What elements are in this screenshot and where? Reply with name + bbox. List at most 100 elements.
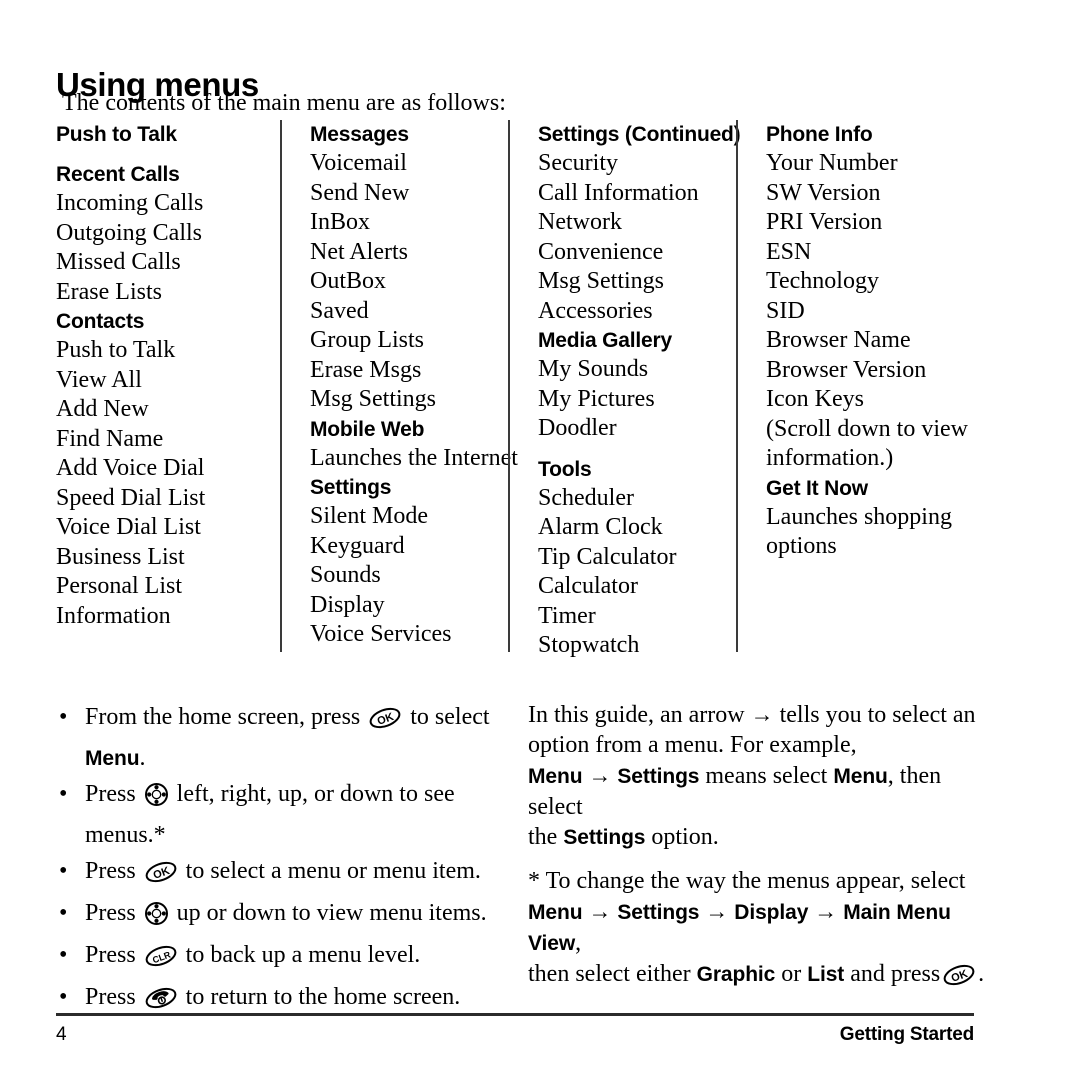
- bullet-text-pre: Press: [85, 781, 136, 807]
- menu-item: Icon Keys: [766, 386, 864, 412]
- keypress-bullet: • Press left, right, up, or down to see m…: [56, 777, 516, 853]
- guide-the: the: [528, 824, 558, 850]
- menu-item: information.): [766, 445, 894, 471]
- footer-page-number: 4: [56, 1024, 67, 1045]
- bullet-text-mid: up or down to view menu items.: [176, 900, 487, 926]
- menu-item: Calculator: [538, 573, 638, 599]
- bullet-text-mid: to return to the home screen.: [185, 984, 461, 1010]
- ok-key-icon: OK: [368, 706, 402, 741]
- guide-line1b: tells you to select an: [779, 702, 976, 728]
- menu-item: Network: [538, 209, 622, 235]
- menu-column-4: Phone Info Your Number SW Version PRI Versi…: [736, 120, 986, 652]
- keypress-bullet: • Press up or down to view menu items.: [56, 896, 516, 937]
- menu-item: PRI Version: [766, 209, 883, 235]
- menu-item: Msg Settings: [310, 386, 437, 412]
- menu-item: Erase Lists: [56, 278, 162, 305]
- menu-item: Timer: [538, 602, 596, 629]
- menu-group-heading: Media Gallery: [538, 329, 672, 352]
- keypress-bullet-list: • From the home screen, press OK to selec…: [56, 700, 516, 1022]
- footer-section-label: Getting Started: [839, 1024, 974, 1045]
- menu-item: Browser Name: [766, 327, 911, 353]
- menu-group-heading: Contacts: [56, 310, 145, 333]
- bullet-text-mid: to back up a menu level.: [185, 942, 421, 968]
- bullet-text-pre: Press: [85, 900, 136, 926]
- menu-item: Scheduler: [538, 484, 634, 511]
- menu-item: Call Information: [538, 179, 699, 206]
- menu-column-2: Messages Voicemail Send New InBox Net Alerts…: [280, 120, 518, 652]
- menu-item: Saved: [310, 297, 369, 324]
- menu-item: Launches shopping: [766, 503, 952, 530]
- svg-text:CLR: CLR: [151, 949, 172, 965]
- clear-key-icon: CLR: [144, 944, 178, 979]
- guide-bold-menu: Menu: [833, 765, 888, 788]
- menu-item: Accessories: [538, 297, 653, 324]
- menu-item: ESN: [766, 238, 812, 265]
- menu-item: SID: [766, 297, 805, 324]
- navigation-key-icon: [144, 782, 169, 818]
- ok-key-icon: OK: [942, 963, 976, 995]
- menu-item: options: [766, 533, 837, 559]
- arrow-glyph-3: →: [588, 898, 612, 924]
- arrow-glyph-5: →: [814, 898, 838, 924]
- menu-item: Silent Mode: [310, 503, 428, 529]
- arrow-glyph-2: →: [588, 762, 612, 788]
- menu-item: OutBox: [310, 268, 387, 294]
- svg-text:OK: OK: [151, 865, 171, 882]
- menu-group-heading: Phone Info: [766, 123, 873, 146]
- menu-item: Outgoing Calls: [56, 219, 203, 246]
- footnote-line1: * To change the way the menus appear, se…: [528, 868, 966, 894]
- bullet-text-bold: Menu: [85, 747, 140, 770]
- menu-item: Tip Calculator: [538, 543, 677, 570]
- menu-item: Voicemail: [310, 150, 407, 176]
- menu-item: Browser Version: [766, 356, 927, 383]
- ok-key-icon: OK: [144, 860, 178, 895]
- keypress-bullet: • From the home screen, press OK to selec…: [56, 700, 516, 776]
- bullet-glyph: •: [59, 781, 68, 807]
- menu-item: SW Version: [766, 179, 881, 206]
- menu-item: Find Name: [56, 425, 164, 452]
- menu-item: Msg Settings: [538, 268, 665, 294]
- arrow-glyph-1: →: [750, 702, 774, 727]
- guide-path-settings: Settings: [617, 765, 700, 788]
- footnote-tail-post: and press: [850, 961, 941, 987]
- intro-text: The contents of the main menu are as fol…: [62, 90, 506, 116]
- footnote-paragraph: * To change the way the menus appear, se…: [528, 866, 988, 995]
- menu-item: Add Voice Dial: [56, 455, 205, 481]
- menu-group-heading: Settings: [310, 476, 392, 499]
- menu-column-1: Push to Talk Recent Calls Incoming Calls Ou…: [56, 120, 280, 652]
- bullet-text-pre: From the home screen, press: [85, 704, 361, 730]
- menu-item: Speed Dial List: [56, 484, 206, 511]
- menu-item: Business List: [56, 543, 185, 570]
- svg-text:OK: OK: [376, 711, 396, 728]
- menu-item: Send New: [310, 179, 410, 206]
- menu-item: Add New: [56, 396, 149, 422]
- menu-item: Incoming Calls: [56, 190, 204, 216]
- menu-item: Personal List: [56, 573, 182, 599]
- menu-item: Voice Dial List: [56, 514, 201, 540]
- menu-group-heading: Tools: [538, 457, 592, 481]
- navigation-key-icon: [144, 901, 169, 937]
- bullet-glyph: •: [59, 984, 68, 1010]
- menu-group-heading: Mobile Web: [310, 417, 425, 441]
- menu-item: Security: [538, 150, 618, 176]
- footnote-bold-list: List: [807, 963, 845, 986]
- menu-column-3: Settings (Continued) Security Call Informa…: [508, 120, 741, 658]
- bullet-text-pre: Press: [85, 942, 136, 968]
- menu-item: Display: [310, 591, 385, 618]
- menu-group-heading: Recent Calls: [56, 163, 180, 186]
- menu-item: Information: [56, 602, 171, 629]
- menu-item: My Pictures: [538, 385, 655, 412]
- menu-item: Doodler: [538, 415, 617, 441]
- menu-item: (Scroll down to view: [766, 415, 968, 442]
- menu-item: View All: [56, 366, 142, 393]
- footnote-path-display: Display: [734, 901, 809, 924]
- footnote-comma: ,: [575, 930, 582, 956]
- menu-item: Launches the Internet: [310, 444, 518, 471]
- footnote-path-settings: Settings: [617, 901, 700, 924]
- menu-item: Technology: [766, 268, 879, 294]
- guide-bold-settings: Settings: [563, 826, 646, 849]
- footnote-bold-graphic: Graphic: [696, 963, 776, 986]
- menu-item: Voice Services: [310, 621, 452, 647]
- bullet-glyph: •: [59, 858, 68, 884]
- svg-text:OK: OK: [950, 968, 970, 985]
